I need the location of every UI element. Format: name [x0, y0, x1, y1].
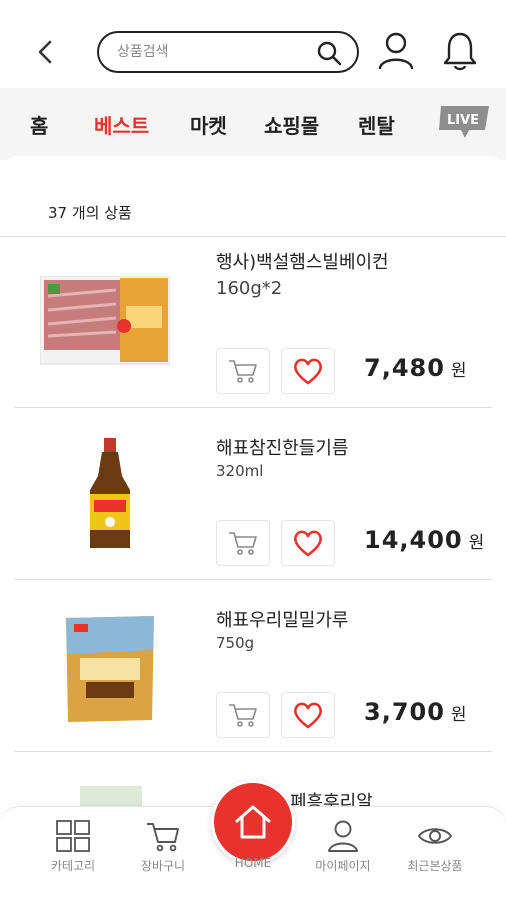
home-icon: [235, 805, 271, 839]
currency-label: 원: [450, 361, 468, 381]
product-item[interactable]: 해표우리밀밀가루 750g 3,700 원: [0, 580, 506, 752]
product-name[interactable]: 행사)백설햄스빌베이컨: [216, 248, 389, 274]
tab-home[interactable]: 홈: [30, 110, 48, 139]
heart-icon: [294, 702, 322, 729]
search-input[interactable]: [117, 41, 307, 63]
wishlist-button[interactable]: [281, 520, 335, 566]
product-image-partial[interactable]: [40, 782, 180, 806]
product-desc: 750g: [216, 634, 255, 652]
nav-label: 카테고리: [50, 859, 96, 873]
product-item[interactable]: 해표참진한들기름 320ml 14,400 원: [0, 408, 506, 580]
wishlist-button[interactable]: [281, 692, 335, 738]
header: [0, 0, 506, 88]
price-value: 3,700: [364, 698, 445, 726]
currency-label: 원: [450, 705, 468, 725]
product-price: 3,700 원: [364, 698, 468, 726]
tab-best[interactable]: 베스트: [94, 110, 149, 139]
tab-shoppingmall[interactable]: 쇼핑몰: [264, 110, 319, 139]
product-desc: 160g*2: [216, 278, 283, 299]
user-icon: [328, 820, 358, 852]
wishlist-button[interactable]: [281, 348, 335, 394]
nav-label: 마이페이지: [315, 859, 371, 873]
product-image-perilla-oil[interactable]: [40, 436, 180, 548]
nav-label: 장바구니: [140, 859, 186, 873]
heart-icon: [294, 530, 322, 557]
tab-rental[interactable]: 렌탈: [358, 110, 395, 139]
nav-mypage[interactable]: 마이페이지: [300, 819, 386, 883]
category-tabs: 홈 베스트 마켓 쇼핑몰 렌탈: [0, 88, 506, 160]
nav-recent[interactable]: 최근본상품: [392, 819, 478, 883]
product-name[interactable]: 해표참진한들기름: [216, 434, 348, 460]
nav-cart[interactable]: 장바구니: [120, 819, 206, 883]
add-to-cart-button[interactable]: [216, 520, 270, 566]
price-value: 7,480: [364, 354, 445, 382]
product-price: 14,400 원: [364, 526, 485, 554]
nav-label: 최근본상품: [407, 859, 463, 873]
add-to-cart-button[interactable]: [216, 348, 270, 394]
grid-icon: [56, 820, 90, 852]
product-name[interactable]: 해표우리밀밀가루: [216, 606, 348, 632]
heart-icon: [294, 358, 322, 385]
product-item[interactable]: 행사)백설햄스빌베이컨 160g*2 7,480 원: [0, 236, 506, 408]
cart-icon: [229, 360, 257, 383]
price-value: 14,400: [364, 526, 463, 554]
product-list-panel: 37 개의 상품 행사)백설햄스빌베이컨 160g*2 7,480 원 해표참진…: [0, 156, 506, 806]
search-icon[interactable]: [315, 39, 343, 67]
product-price: 7,480 원: [364, 354, 468, 382]
cart-icon: [229, 532, 257, 555]
live-badge[interactable]: LIVE: [437, 104, 493, 140]
product-desc: 320ml: [216, 462, 264, 480]
cart-icon: [147, 823, 179, 852]
product-image-flour[interactable]: [40, 610, 180, 722]
cart-icon: [229, 704, 257, 727]
nav-label-home: HOME: [234, 856, 272, 870]
currency-label: 원: [468, 533, 486, 553]
tab-market[interactable]: 마켓: [190, 110, 227, 139]
add-to-cart-button[interactable]: [216, 692, 270, 738]
back-arrow-icon[interactable]: [30, 34, 62, 70]
product-count: 37 개의 상품: [48, 204, 132, 222]
nav-category[interactable]: 카테고리: [30, 819, 116, 883]
product-image-bacon[interactable]: [39, 275, 180, 386]
eye-icon: [417, 828, 453, 844]
live-badge-text: LIVE: [447, 113, 479, 128]
user-icon[interactable]: [376, 30, 416, 72]
search-box[interactable]: [97, 31, 359, 73]
product-name[interactable]: 폐흥후리알: [290, 788, 373, 806]
bell-icon[interactable]: [440, 30, 480, 72]
home-button[interactable]: [211, 780, 295, 864]
